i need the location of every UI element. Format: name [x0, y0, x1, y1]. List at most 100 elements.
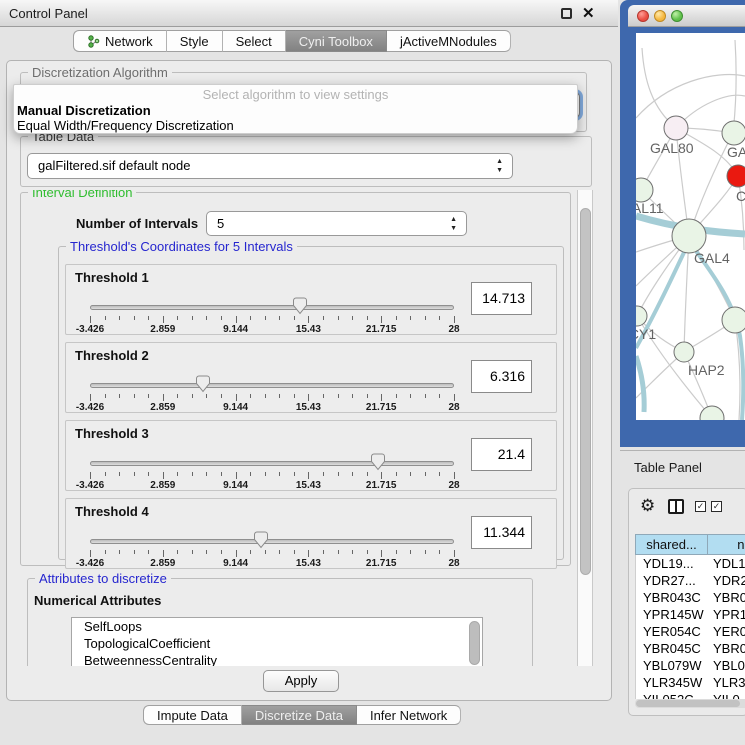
table-cell[interactable]: YBR045C: [636, 640, 709, 657]
threshold-slider[interactable]: -3.4262.8599.14415.4321.71528: [90, 455, 454, 489]
number-of-intervals-combobox[interactable]: 5 ▲▼: [206, 211, 467, 236]
table-cell[interactable]: YDR27...: [636, 572, 709, 589]
table-hscrollbar-thumb[interactable]: [636, 700, 740, 707]
network-node[interactable]: [722, 307, 745, 333]
select-none-checkbox-icon[interactable]: ✓: [711, 501, 722, 512]
control-panel-title: Control Panel: [9, 6, 88, 21]
slider-track[interactable]: [90, 539, 454, 544]
table-row[interactable]: YDR27...YDR2: [636, 572, 745, 589]
threshold-value-field[interactable]: 11.344: [471, 516, 532, 549]
gear-icon[interactable]: ⚙: [640, 496, 655, 516]
tab-cyni-toolbox[interactable]: Cyni Toolbox: [286, 30, 387, 52]
table-cell[interactable]: YIL0: [709, 691, 745, 699]
slider-thumb[interactable]: [195, 375, 211, 393]
tab-style[interactable]: Style: [167, 30, 223, 52]
combobox-spinner-icon[interactable]: ▲▼: [496, 157, 503, 175]
algorithm-option[interactable]: Equal Width/Frequency Discretization: [14, 118, 577, 133]
control-panel-titlebar: Control Panel ✕: [0, 0, 618, 27]
tab-select[interactable]: Select: [223, 30, 286, 52]
columns-icon[interactable]: [668, 499, 684, 514]
network-node[interactable]: [722, 121, 745, 145]
slider-ticks: [90, 550, 454, 558]
table-rows: YDL19...YDL1YDR27...YDR2YBR043CYBR0YPR14…: [635, 555, 745, 699]
cyni-mode-tabs: Impute DataDiscretize DataInfer Network: [143, 705, 461, 725]
panel-scrollbar[interactable]: [577, 190, 593, 666]
threshold-slider[interactable]: -3.4262.8599.14415.4321.71528: [90, 533, 454, 567]
table-row[interactable]: YIL052CYIL0: [636, 691, 745, 699]
slider-thumb[interactable]: [253, 531, 269, 549]
table-row[interactable]: YBR043CYBR0: [636, 589, 745, 606]
table-cell[interactable]: YBL079W: [636, 657, 709, 674]
close-icon[interactable]: ✕: [582, 4, 595, 22]
table-cell[interactable]: YPR145W: [636, 606, 709, 623]
tab-label: jActiveMNodules: [400, 31, 497, 52]
network-node[interactable]: [636, 178, 653, 202]
table-cell[interactable]: YBR043C: [636, 589, 709, 606]
slider-thumb[interactable]: [292, 297, 308, 315]
table-cell[interactable]: YIL052C: [636, 691, 709, 699]
network-canvas[interactable]: GAL80GACGAL11GAL4GCY1HHAP2: [636, 33, 745, 420]
column-header-shared-name[interactable]: shared...: [635, 534, 708, 555]
table-hscrollbar[interactable]: [635, 699, 745, 708]
slider-track[interactable]: [90, 383, 454, 388]
minimize-traffic-light-icon[interactable]: [654, 10, 666, 22]
select-all-checkbox-icon[interactable]: ✓: [695, 501, 706, 512]
threshold-slider[interactable]: -3.4262.8599.14415.4321.71528: [90, 299, 454, 333]
table-cell[interactable]: YER054C: [636, 623, 709, 640]
tab-label: Select: [236, 31, 272, 52]
list-scrollbar[interactable]: [469, 621, 480, 665]
threshold-panel: Threshold 2-3.4262.8599.14415.4321.71528…: [65, 342, 557, 413]
tab-network[interactable]: Network: [73, 30, 167, 52]
table-row[interactable]: YPR145WYPR1: [636, 606, 745, 623]
threshold-value-field[interactable]: 6.316: [471, 360, 532, 393]
threshold-value-field[interactable]: 21.4: [471, 438, 532, 471]
tab-jactivemnodules[interactable]: jActiveMNodules: [387, 30, 511, 52]
network-node[interactable]: [674, 342, 694, 362]
table-row[interactable]: YBL079WYBL0: [636, 657, 745, 674]
table-cell[interactable]: YPR1: [709, 606, 745, 623]
table-cell[interactable]: YLR345W: [636, 674, 709, 691]
bottom-tab-infer-network[interactable]: Infer Network: [357, 705, 461, 725]
slider-track[interactable]: [90, 461, 454, 466]
attribute-list-item[interactable]: SelfLoops: [72, 618, 482, 635]
table-cell[interactable]: YBL0: [709, 657, 745, 674]
apply-button[interactable]: Apply: [263, 670, 339, 692]
algorithm-option[interactable]: Manual Discretization: [14, 103, 577, 118]
panel-scrollbar-thumb[interactable]: [580, 208, 591, 575]
table-cell[interactable]: YER0: [709, 623, 745, 640]
network-node[interactable]: [672, 219, 706, 253]
table-row[interactable]: YLR345WYLR3: [636, 674, 745, 691]
interval-definition-label: Interval Definition: [28, 190, 136, 200]
network-node[interactable]: [727, 165, 745, 187]
table-cell[interactable]: YDL19...: [636, 555, 709, 572]
zoom-traffic-light-icon[interactable]: [671, 10, 683, 22]
settings-scroll-area: Interval Definition Number of Intervals …: [14, 190, 577, 666]
table-cell[interactable]: YDL1: [709, 555, 745, 572]
table-cell[interactable]: YBR0: [709, 640, 745, 657]
table-data-combobox[interactable]: galFiltered.sif default node ▲▼: [27, 153, 513, 179]
table-cell[interactable]: YLR3: [709, 674, 745, 691]
attribute-list-item[interactable]: TopologicalCoefficient: [72, 635, 482, 652]
slider-thumb[interactable]: [370, 453, 386, 471]
column-header-name[interactable]: na: [708, 534, 745, 555]
bottom-tab-discretize-data[interactable]: Discretize Data: [242, 705, 357, 725]
table-cell[interactable]: YDR2: [709, 572, 745, 589]
table-row[interactable]: YDL19...YDL1: [636, 555, 745, 572]
attributes-group: Attributes to discretize Numerical Attri…: [27, 578, 533, 666]
network-edge: [642, 48, 676, 128]
bottom-tab-impute-data[interactable]: Impute Data: [143, 705, 242, 725]
threshold-value-field[interactable]: 14.713: [471, 282, 532, 315]
attribute-list-item[interactable]: BetweennessCentrality: [72, 652, 482, 666]
float-window-icon[interactable]: [561, 8, 572, 19]
slider-track[interactable]: [90, 305, 454, 310]
combobox-spinner-icon[interactable]: ▲▼: [450, 215, 457, 233]
table-row[interactable]: YER054CYER0: [636, 623, 745, 640]
close-traffic-light-icon[interactable]: [637, 10, 649, 22]
table-row[interactable]: YBR045CYBR0: [636, 640, 745, 657]
panel-divider: [620, 450, 745, 451]
network-node[interactable]: [636, 306, 647, 326]
table-cell[interactable]: YBR0: [709, 589, 745, 606]
threshold-slider[interactable]: -3.4262.8599.14415.4321.71528: [90, 377, 454, 411]
numerical-attributes-list[interactable]: SelfLoopsTopologicalCoefficientBetweenne…: [71, 617, 483, 666]
network-node[interactable]: [664, 116, 688, 140]
